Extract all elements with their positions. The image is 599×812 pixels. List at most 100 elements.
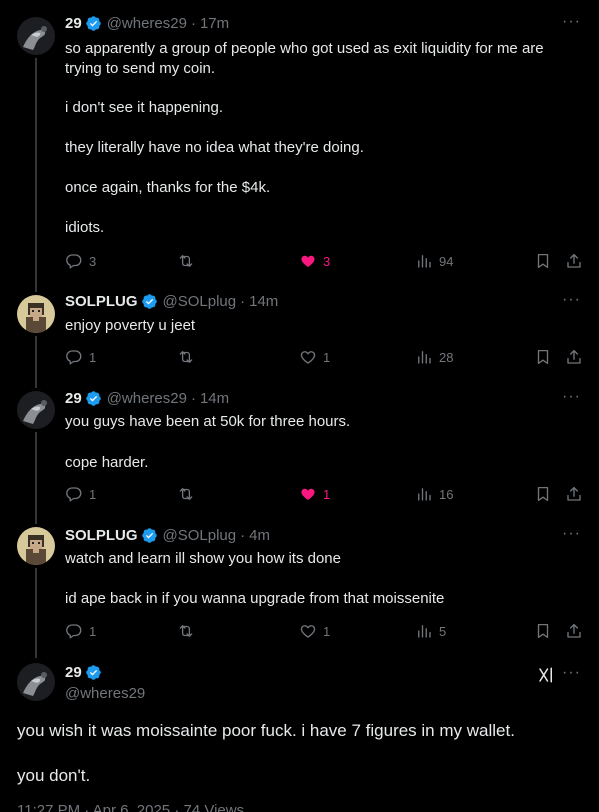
heart-icon <box>299 622 317 640</box>
tweet-line: you guys have been at 50k for three hour… <box>65 413 351 430</box>
tweet-line: you wish it was moissainte poor fuck. i … <box>17 721 515 740</box>
bookmark-icon <box>534 485 552 503</box>
retweet-button[interactable] <box>177 621 195 641</box>
more-icon[interactable]: ··· <box>562 525 581 543</box>
view-count: 5 <box>439 623 447 639</box>
bookmark-button[interactable] <box>534 347 552 367</box>
more-icon[interactable]: ··· <box>562 664 581 682</box>
views-button[interactable]: 94 <box>415 251 453 271</box>
avatar[interactable] <box>17 295 55 333</box>
handle[interactable]: @wheres29 <box>107 390 187 407</box>
bookmark-button[interactable] <box>534 251 552 271</box>
bookmark-icon <box>534 622 552 640</box>
reply-button[interactable]: 1 <box>65 484 96 504</box>
tweet-text: so apparently a group of people who got … <box>65 39 570 238</box>
views-button[interactable]: 28 <box>415 347 453 367</box>
avatar[interactable] <box>17 527 55 565</box>
handle[interactable]: @SOLplug <box>163 527 237 544</box>
reply-icon <box>65 348 83 366</box>
separator: · <box>190 15 196 32</box>
bookmark-icon <box>534 348 552 366</box>
more-icon[interactable]: ··· <box>562 388 581 406</box>
views-button[interactable]: 5 <box>415 621 446 641</box>
display-name[interactable]: SOLPLUG <box>65 527 138 544</box>
verified-badge-icon <box>85 390 102 407</box>
share-icon <box>565 622 583 640</box>
handle[interactable]: @wheres29 <box>65 685 145 702</box>
reply-icon <box>65 252 83 270</box>
more-icon[interactable]: ··· <box>562 291 581 309</box>
display-name[interactable]: 29 <box>65 15 82 32</box>
separator: · <box>240 293 246 310</box>
timestamp[interactable]: 4m <box>249 527 270 544</box>
views-icon <box>415 485 433 503</box>
tweet-header: SOLPLUG @SOLplug · 4m <box>65 527 270 544</box>
reply-count: 1 <box>89 486 97 502</box>
handle[interactable]: @wheres29 <box>107 15 187 32</box>
share-button[interactable] <box>565 621 583 641</box>
thread-line <box>35 58 37 292</box>
retweet-icon <box>177 485 195 503</box>
like-count: 1 <box>323 349 331 365</box>
like-button[interactable]: 1 <box>299 484 330 504</box>
share-button[interactable] <box>565 251 583 271</box>
retweet-icon <box>177 252 195 270</box>
reply-count: 1 <box>89 349 97 365</box>
views-button[interactable]: 16 <box>415 484 453 504</box>
heart-icon <box>299 485 317 503</box>
share-button[interactable] <box>565 484 583 504</box>
view-count: 16 <box>439 486 454 502</box>
tweet-text: watch and learn ill show you how its don… <box>65 549 570 609</box>
action-bar: 1 1 5 <box>65 621 585 641</box>
separator: · <box>240 527 246 544</box>
tweet-header: SOLPLUG @SOLplug · 14m <box>65 293 278 310</box>
share-icon <box>565 485 583 503</box>
bookmark-button[interactable] <box>534 484 552 504</box>
reply-button[interactable]: 1 <box>65 347 96 367</box>
tweet-line: once again, thanks for the $4k. <box>65 179 271 196</box>
retweet-button[interactable] <box>177 347 195 367</box>
verified-badge-icon <box>85 15 102 32</box>
timestamp[interactable]: 17m <box>200 15 229 32</box>
tweet-text: you wish it was moissainte poor fuck. i … <box>17 720 577 787</box>
reply-icon <box>65 622 83 640</box>
share-button[interactable] <box>565 347 583 367</box>
tweet-header: 29 <box>65 664 102 681</box>
retweet-button[interactable] <box>177 484 195 504</box>
reply-count: 1 <box>89 623 97 639</box>
timestamp[interactable]: 14m <box>249 293 278 310</box>
heart-icon <box>299 348 317 366</box>
avatar[interactable] <box>17 391 55 429</box>
like-count: 3 <box>323 253 331 269</box>
bookmark-button[interactable] <box>534 621 552 641</box>
tweet-line: watch and learn ill show you how its don… <box>65 550 341 567</box>
tweet-text: enjoy poverty u jeet <box>65 316 570 336</box>
handle[interactable]: @SOLplug <box>163 293 237 310</box>
tweet-line: you don't. <box>17 766 91 785</box>
tweet-line: idiots. <box>65 219 105 236</box>
like-button[interactable]: 1 <box>299 621 330 641</box>
display-name[interactable]: 29 <box>65 390 82 407</box>
action-bar: 3 3 94 <box>65 251 585 271</box>
action-bar: 1 1 16 <box>65 484 585 504</box>
view-count: 28 <box>439 349 454 365</box>
thread-line <box>35 568 37 658</box>
display-name[interactable]: 29 <box>65 664 82 681</box>
tweet-line: id ape back in if you wanna upgrade from… <box>65 590 445 607</box>
like-button[interactable]: 1 <box>299 347 330 367</box>
grok-icon[interactable] <box>537 666 555 684</box>
tweet-line: enjoy poverty u jeet <box>65 317 196 334</box>
retweet-button[interactable] <box>177 251 195 271</box>
like-button[interactable]: 3 <box>299 251 330 271</box>
timestamp[interactable]: 14m <box>200 390 229 407</box>
more-icon[interactable]: ··· <box>562 13 581 31</box>
reply-icon <box>65 485 83 503</box>
reply-button[interactable]: 3 <box>65 251 96 271</box>
avatar[interactable] <box>17 17 55 55</box>
reply-button[interactable]: 1 <box>65 621 96 641</box>
tweet-header: 29 @wheres29 · 14m <box>65 390 229 407</box>
display-name[interactable]: SOLPLUG <box>65 293 138 310</box>
tweet-line: so apparently a group of people who got … <box>65 40 544 77</box>
avatar[interactable] <box>17 663 55 701</box>
verified-badge-icon <box>85 664 102 681</box>
